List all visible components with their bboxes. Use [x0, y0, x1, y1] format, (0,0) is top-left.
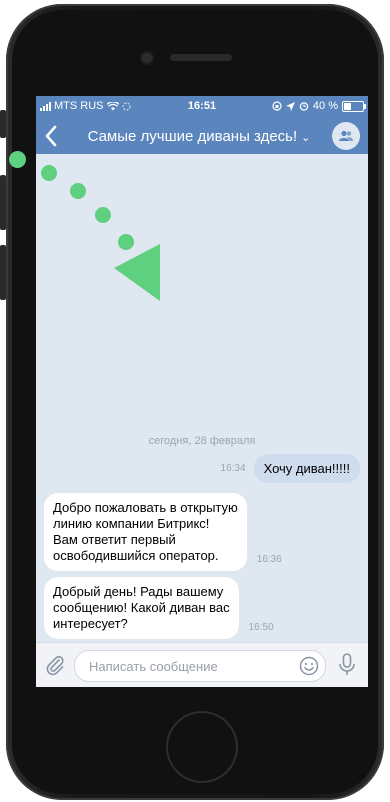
hint-dot [9, 151, 26, 168]
back-button[interactable] [44, 122, 58, 154]
message-line: освободившийся оператор. [53, 548, 219, 563]
message-line: сообщению! Какой диван вас [53, 600, 230, 615]
chevron-down-icon: ⌄ [301, 132, 311, 144]
battery-percent: 40 % [312, 100, 338, 112]
earpiece-speaker [170, 54, 232, 61]
battery-fill [344, 102, 352, 110]
outgoing-bubble: Хочу диван!!!!! [253, 454, 360, 483]
hint-dot [70, 183, 86, 199]
location-icon [285, 101, 295, 111]
emoji-button[interactable] [299, 656, 319, 676]
message-line: Добро пожаловать в открытую [53, 500, 238, 515]
message-line: линию компании Битрикс! [53, 516, 210, 531]
incoming-bubble: Добро пожаловать в открытую линию компан… [44, 493, 247, 571]
volume-down-button [0, 245, 6, 300]
message-composer [36, 642, 368, 687]
status-right: 40 % [272, 100, 366, 112]
paperclip-icon [46, 656, 64, 676]
message-time: 16:50 [248, 622, 274, 633]
message-line: Вам ответит первый [53, 532, 176, 547]
battery-icon [342, 100, 366, 112]
hint-arrow-icon [114, 244, 160, 301]
volume-up-button [0, 175, 6, 230]
status-bar: MTS RUS 16:51 40 % [36, 96, 368, 118]
message-time: 16:34 [220, 463, 246, 474]
attach-button[interactable] [44, 654, 66, 676]
outgoing-message[interactable]: 16:34 Хочу диван!!!!! [221, 454, 360, 483]
hint-dot [41, 165, 57, 181]
home-button[interactable] [168, 713, 236, 781]
mute-switch [0, 110, 6, 138]
group-avatar[interactable] [332, 122, 360, 150]
phone-screen: MTS RUS 16:51 40 % Самые лучшие диваны з… [36, 96, 368, 687]
chat-title-text: Самые лучшие диваны здесь! [87, 128, 298, 145]
message-line: интересует? [53, 616, 128, 631]
message-time: 16:36 [256, 554, 282, 565]
alarm-icon [299, 102, 309, 111]
chevron-left-icon [45, 125, 57, 147]
chat-header: Самые лучшие диваны здесь! ⌄ [36, 118, 368, 154]
date-separator: сегодня, 28 февраля [148, 435, 256, 447]
group-icon [339, 130, 353, 141]
chat-title[interactable]: Самые лучшие диваны здесь! ⌄ [76, 128, 322, 145]
incoming-message[interactable]: Добро пожаловать в открытую линию компан… [44, 493, 282, 571]
hint-dot [95, 207, 111, 223]
message-field[interactable] [74, 650, 326, 682]
smile-icon [299, 656, 319, 676]
message-line: Добрый день! Рады вашему [53, 584, 224, 599]
incoming-bubble: Добрый день! Рады вашему сообщению! Како… [44, 577, 239, 639]
voice-message-button[interactable] [338, 653, 356, 677]
microphone-icon [339, 653, 355, 675]
message-input[interactable] [75, 651, 291, 681]
front-camera [142, 53, 152, 63]
incoming-message[interactable]: Добрый день! Рады вашему сообщению! Како… [44, 577, 274, 639]
lock-rotation-icon [272, 101, 282, 111]
